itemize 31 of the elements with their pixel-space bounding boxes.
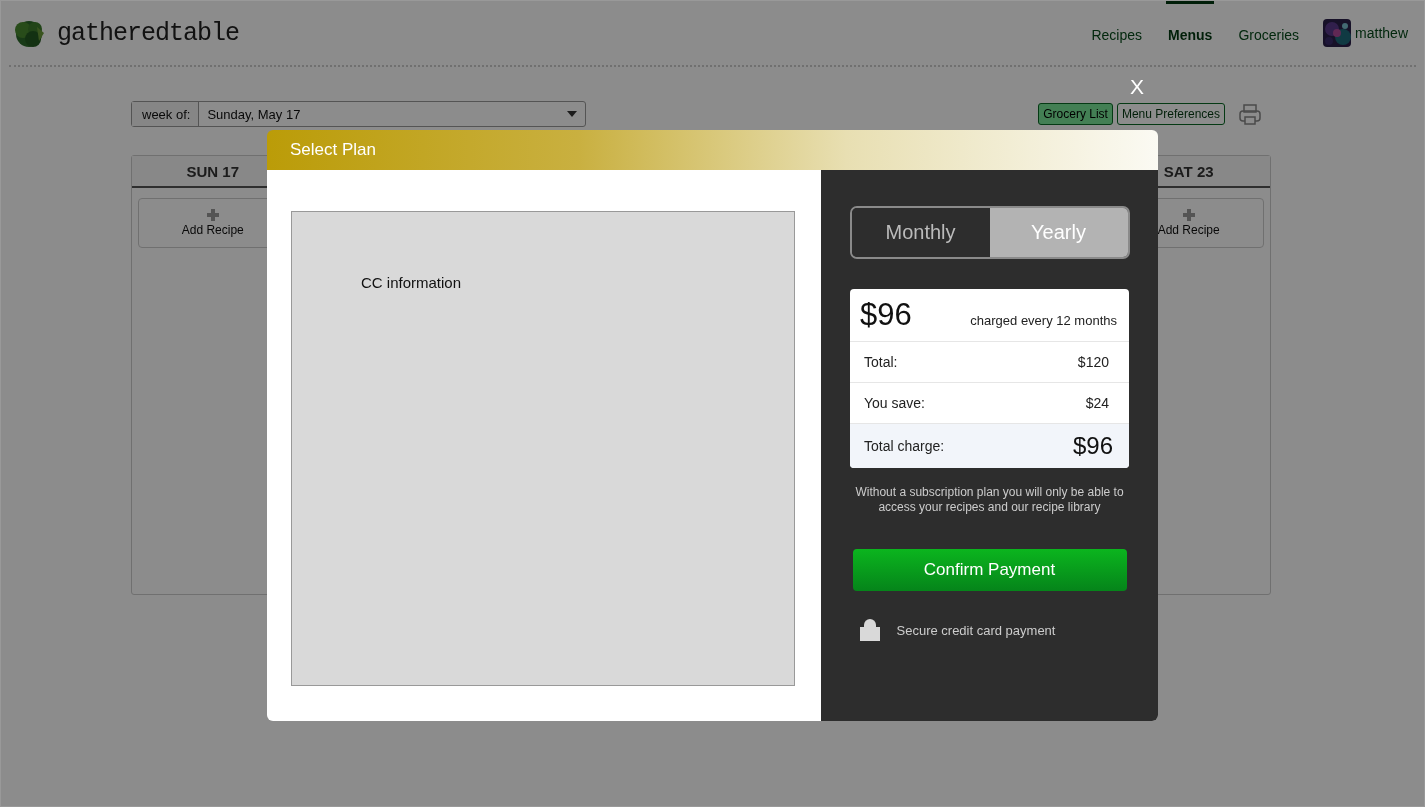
summary-value: $24 xyxy=(1085,395,1109,411)
secure-note: Secure credit card payment xyxy=(896,622,1056,638)
payment-area-label: CC information xyxy=(361,274,462,291)
week-label: week of: xyxy=(142,106,191,122)
summary-value: $120 xyxy=(1077,354,1109,370)
plus-icon xyxy=(206,209,219,221)
summary-label: Total charge: xyxy=(864,438,945,454)
caret-icon xyxy=(567,111,577,117)
add-recipe-label: Add Recipe xyxy=(181,223,244,237)
week-value: Sunday, May 17 xyxy=(207,106,301,122)
printer-icon[interactable] xyxy=(1239,103,1261,125)
plus-icon xyxy=(1182,209,1195,221)
nav-link[interactable]: Groceries xyxy=(1236,1,1302,65)
summary-value: $96 xyxy=(1072,432,1113,460)
toolbar-button[interactable]: Menu Preferences xyxy=(1116,103,1225,125)
lock-icon xyxy=(859,619,880,641)
nav-link[interactable]: Menus xyxy=(1166,1,1215,65)
nav-link[interactable]: Recipes xyxy=(1089,1,1145,65)
summary-label: You save: xyxy=(864,395,925,411)
dialog-title: Select Plan xyxy=(267,130,1158,170)
user-name[interactable]: matthew xyxy=(1355,25,1408,41)
summary-label: Total: xyxy=(864,354,898,370)
logo-text: gatheredtable xyxy=(57,18,240,48)
confirm-payment-button[interactable]: Confirm Payment xyxy=(852,549,1127,591)
price-amount: $96 xyxy=(860,297,912,333)
toolbar-button[interactable]: Grocery List xyxy=(1038,103,1113,125)
plan-note: Without a subscription plan you will only be able to access your recipes and our recipe library xyxy=(854,485,1125,515)
add-recipe-label: Add Recipe xyxy=(1157,223,1220,237)
price-period: charged every 12 months xyxy=(970,313,1117,328)
close-button[interactable]: X xyxy=(1128,75,1146,99)
week-picker[interactable]: week of: Sunday, May 17 xyxy=(131,101,586,127)
